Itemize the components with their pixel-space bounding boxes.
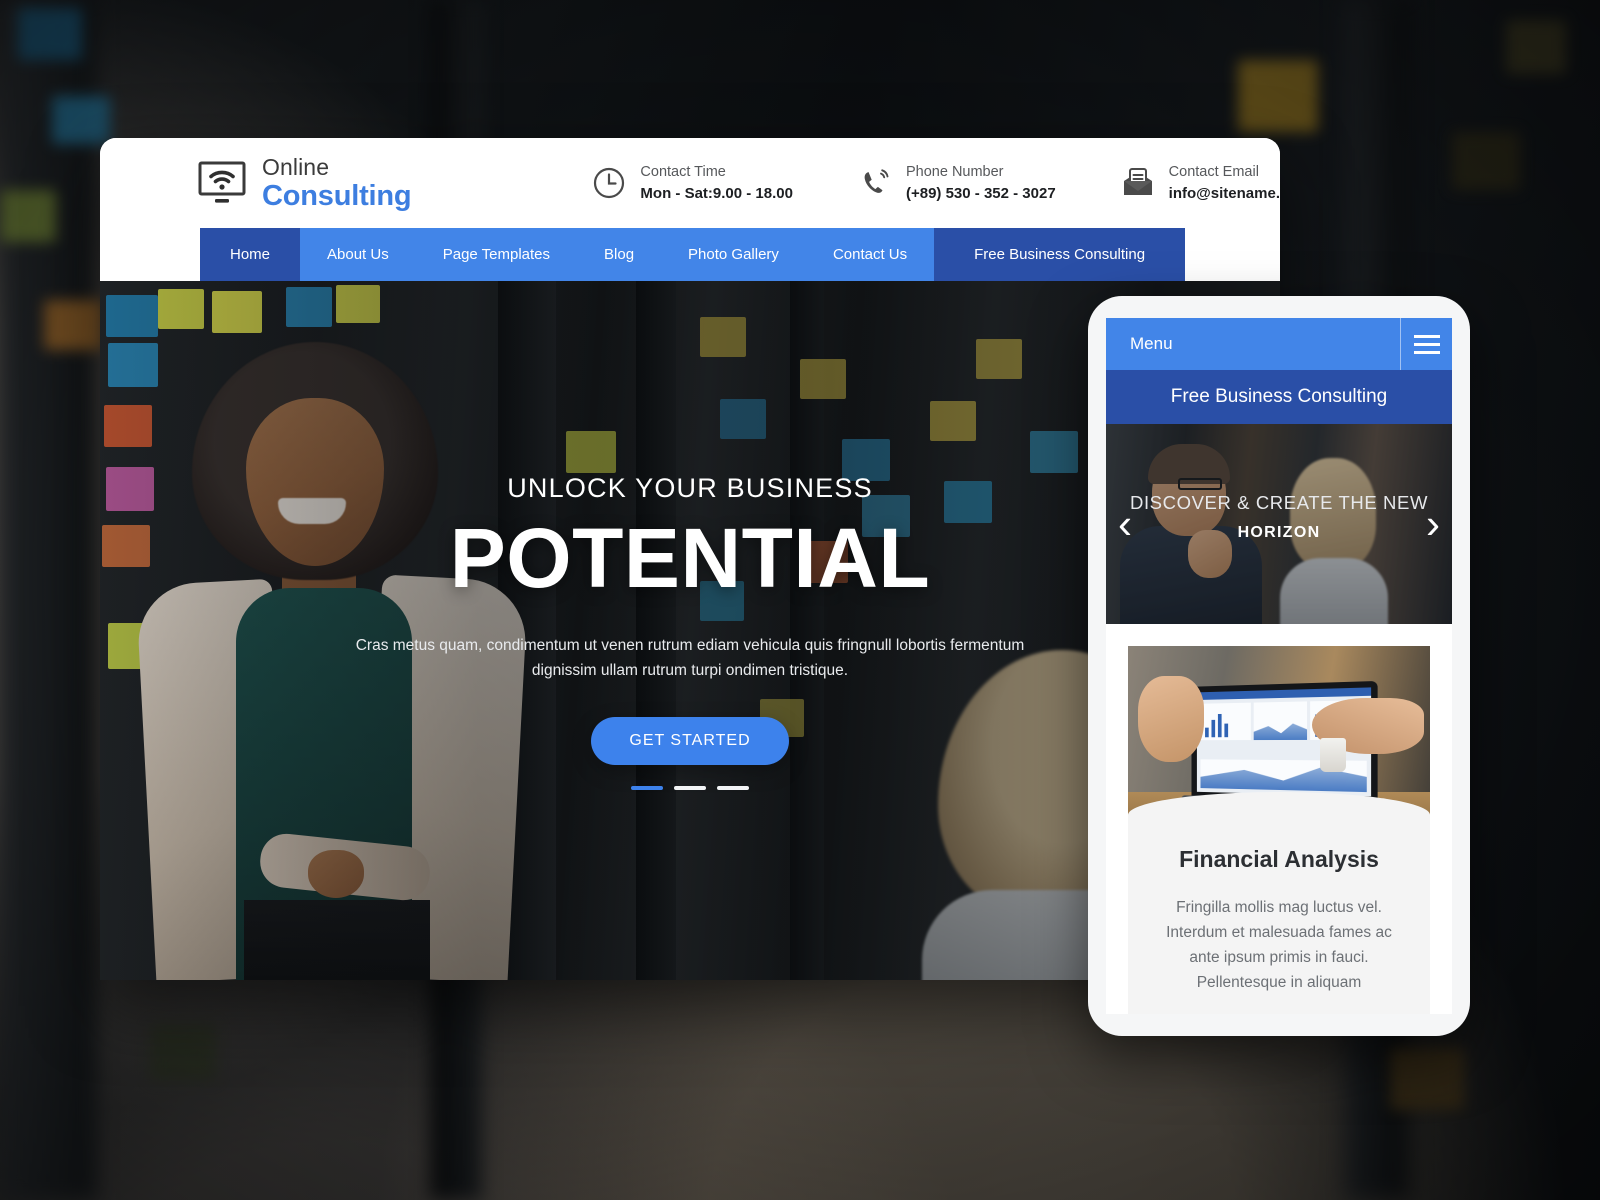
contact-phone-value: (+89) 530 - 352 - 3027 xyxy=(905,184,1056,202)
contact-time: Contact Time Mon - Sat:9.00 - 18.00 xyxy=(591,162,857,205)
contact-email: Contact Email info@sitename.com xyxy=(1120,162,1280,205)
nav-item-photo-gallery[interactable]: Photo Gallery xyxy=(661,228,806,281)
slider-dot-3[interactable] xyxy=(717,786,749,790)
logo-line-2: Consulting xyxy=(262,179,412,212)
nav-item-home[interactable]: Home xyxy=(200,228,301,281)
mobile-free-business-consulting[interactable]: Free Business Consulting xyxy=(1106,370,1452,424)
contact-time-value: Mon - Sat:9.00 - 18.00 xyxy=(640,184,793,202)
contact-time-label: Contact Time xyxy=(640,163,726,180)
mobile-card-body: Financial Analysis Fringilla mollis mag … xyxy=(1128,792,1430,1014)
hamburger-icon[interactable] xyxy=(1400,318,1452,370)
nav-item-about-us[interactable]: About Us xyxy=(300,228,416,281)
mobile-menu-label[interactable]: Menu xyxy=(1106,334,1400,354)
mobile-menu-bar: Menu xyxy=(1106,318,1452,370)
contact-phone-label: Phone Number xyxy=(905,163,1004,180)
hero-content: UNLOCK YOUR BUSINESS POTENTIAL Cras metu… xyxy=(100,473,1280,766)
slider-dot-1[interactable] xyxy=(631,786,663,790)
contact-email-label: Contact Email xyxy=(1168,163,1259,180)
site-header: Online Consulting Contact Time Mon - Sat… xyxy=(100,138,1280,228)
clock-icon xyxy=(591,165,627,201)
nav-item-contact-us[interactable]: Contact Us xyxy=(806,228,934,281)
slider-indicators xyxy=(100,786,1280,790)
contact-email-value: info@sitename.com xyxy=(1168,184,1280,202)
nav-item-blog[interactable]: Blog xyxy=(577,228,661,281)
envelope-icon xyxy=(1120,165,1156,201)
header-contacts: Contact Time Mon - Sat:9.00 - 18.00 Phon… xyxy=(591,162,1280,205)
mobile-card-title: Financial Analysis xyxy=(1179,846,1379,872)
site-logo[interactable]: Online Consulting xyxy=(196,153,412,212)
phone-ringing-icon xyxy=(857,165,893,201)
nav-item-page-templates[interactable]: Page Templates xyxy=(416,228,577,281)
coffee-cup xyxy=(1320,738,1346,772)
nav-free-business-consulting[interactable]: Free Business Consulting xyxy=(934,228,1186,281)
monitor-wifi-icon xyxy=(196,157,248,209)
contact-phone: Phone Number (+89) 530 - 352 - 3027 xyxy=(857,162,1120,205)
get-started-button[interactable]: GET STARTED xyxy=(591,717,789,766)
hero-kicker: UNLOCK YOUR BUSINESS xyxy=(507,473,873,503)
hero-title: POTENTIAL xyxy=(449,511,931,605)
hero-subtitle: Cras metus quam, condimentum ut venen ru… xyxy=(355,637,1025,680)
logo-line-1: Online xyxy=(262,153,330,180)
mobile-card-text: Fringilla mollis mag luctus vel. Interdu… xyxy=(1166,899,1392,992)
chevron-right-icon[interactable]: › xyxy=(1426,503,1440,545)
main-navigation: Home About Us Page Templates Blog Photo … xyxy=(200,228,1186,281)
slider-dot-2[interactable] xyxy=(674,786,706,790)
